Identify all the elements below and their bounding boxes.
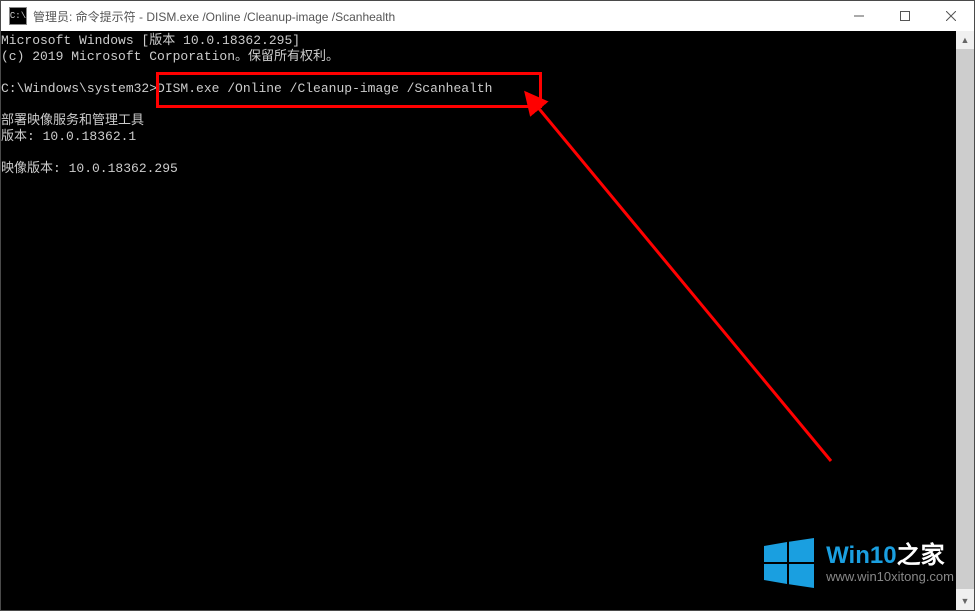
dism-version-line: 版本: 10.0.18362.1 [1,129,136,144]
close-icon [946,11,956,21]
maximize-button[interactable] [882,1,928,31]
cmd-icon: C:\ [9,7,27,25]
scroll-down-button[interactable]: ▼ [956,592,974,610]
vertical-scrollbar[interactable]: ▲ ▼ [956,31,974,610]
scroll-up-button[interactable]: ▲ [956,31,974,49]
title-left: C:\ 管理员: 命令提示符 - DISM.exe /Online /Clean… [1,7,395,25]
watermark-url: www.win10xitong.com [826,570,954,583]
terminal-output[interactable]: Microsoft Windows [版本 10.0.18362.295] (c… [1,31,956,610]
watermark-title: Win10之家 [826,544,954,568]
version-line: Microsoft Windows [版本 10.0.18362.295] [1,33,300,48]
titlebar[interactable]: C:\ 管理员: 命令提示符 - DISM.exe /Online /Clean… [1,1,974,32]
maximize-icon [900,11,910,21]
dism-tool-line: 部署映像服务和管理工具 [1,113,144,128]
minimize-icon [854,11,864,21]
brand-suffix: 之家 [897,544,945,568]
window-title: 管理员: 命令提示符 - DISM.exe /Online /Cleanup-i… [33,8,395,25]
command-prompt-window: C:\ 管理员: 命令提示符 - DISM.exe /Online /Clean… [0,0,975,611]
close-button[interactable] [928,1,974,31]
watermark: Win10之家 www.win10xitong.com [762,536,954,590]
brand-accent: Win10 [826,544,896,568]
copyright-line: (c) 2019 Microsoft Corporation。保留所有权利。 [1,49,339,64]
prompt-text: C:\Windows\system32> [1,81,157,96]
minimize-button[interactable] [836,1,882,31]
watermark-text: Win10之家 www.win10xitong.com [826,544,954,583]
command-text: DISM.exe /Online /Cleanup-image /Scanhea… [157,81,492,96]
image-version-line: 映像版本: 10.0.18362.295 [1,161,178,176]
scroll-thumb[interactable] [956,49,974,589]
window-controls [836,1,974,31]
windows-logo-icon [762,536,816,590]
